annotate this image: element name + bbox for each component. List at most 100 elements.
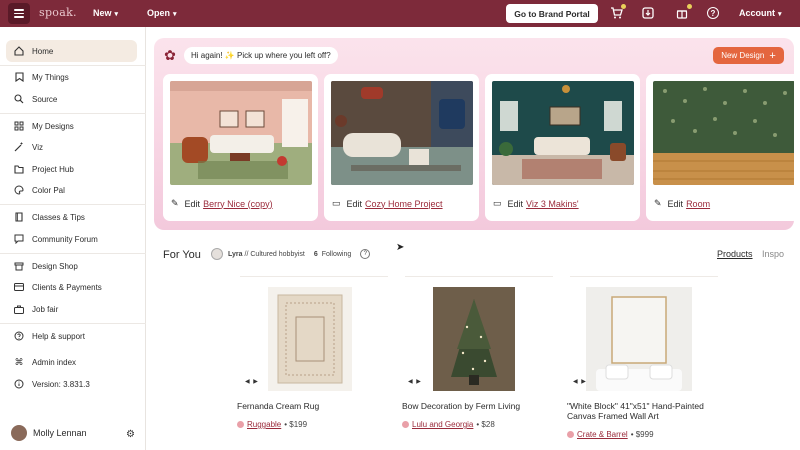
- mouse-cursor-icon: ➤: [396, 242, 405, 253]
- search-icon: [14, 94, 24, 104]
- sidebar-item-label: Classes & Tips: [32, 212, 85, 222]
- chevron-down-icon: ▾: [114, 11, 119, 18]
- design-caption[interactable]: ✎ Edit Berry Nice (copy): [171, 198, 273, 209]
- sidebar-item-label: Version: 3.831.3: [32, 379, 90, 389]
- brand-dot-icon: [237, 421, 244, 428]
- design-title-link[interactable]: Cozy Home Project: [365, 199, 443, 209]
- for-you-user-name: Lyra: [228, 250, 243, 258]
- sidebar-item-my-things[interactable]: My Things: [6, 66, 137, 88]
- tab-inspo[interactable]: Inspo: [762, 249, 784, 259]
- sidebar-item-help-support[interactable]: Help & support: [6, 325, 137, 347]
- home-icon: [14, 46, 24, 56]
- design-card[interactable]: ✎ Edit Room: [646, 74, 794, 221]
- sidebar-item-clients-payments[interactable]: Clients & Payments: [6, 276, 137, 298]
- chat-icon: [14, 234, 24, 244]
- design-thumbnail: [170, 81, 312, 185]
- chevron-down-icon: ▾: [173, 11, 177, 18]
- image-carousel-arrows[interactable]: ◀ ▶: [573, 378, 587, 385]
- sidebar-item-project-hub[interactable]: Project Hub: [6, 158, 137, 180]
- product-price: $999: [635, 430, 654, 439]
- book-icon: [14, 212, 24, 222]
- sidebar-item-color-pal[interactable]: Color Pal: [6, 179, 137, 201]
- sidebar-item-community-forum[interactable]: Community Forum: [6, 228, 137, 250]
- logo[interactable]: spoak.: [39, 6, 77, 19]
- card-icon: [14, 282, 24, 292]
- following-label: Following: [321, 250, 352, 258]
- design-card[interactable]: ✎ Edit Berry Nice (copy): [163, 74, 318, 221]
- account-dropdown[interactable]: Account ▾: [739, 8, 782, 18]
- product-name[interactable]: Bow Decoration by Ferm Living: [402, 401, 562, 411]
- sidebar-item-label: Design Shop: [32, 261, 78, 271]
- design-caption[interactable]: ▭ Edit Viz 3 Makins': [493, 198, 579, 209]
- user-profile[interactable]: Molly Lennan: [11, 425, 87, 441]
- shop-icon: [14, 261, 24, 271]
- divider: [0, 253, 146, 254]
- open-label: Open: [147, 8, 171, 18]
- folder-icon: ▭: [332, 198, 341, 208]
- design-caption[interactable]: ✎ Edit Room: [654, 198, 710, 209]
- sidebar-item-label: Color Pal: [32, 185, 65, 195]
- product-price: $28: [481, 420, 495, 429]
- command-icon: ⌘: [14, 356, 24, 367]
- edit-label: Edit: [346, 198, 363, 209]
- menu-button[interactable]: [8, 3, 30, 24]
- sidebar-item-design-shop[interactable]: Design Shop: [6, 255, 137, 277]
- product-name[interactable]: Fernanda Cream Rug: [237, 401, 397, 411]
- new-design-button[interactable]: New Design +: [713, 47, 784, 64]
- grid-icon: [14, 121, 24, 131]
- plus-icon: +: [769, 49, 776, 62]
- design-card[interactable]: ▭ Edit Cozy Home Project: [324, 74, 479, 221]
- brand-link[interactable]: Lulu and Georgia: [412, 420, 473, 429]
- edit-label: Edit: [507, 198, 524, 209]
- sidebar-item-label: Viz: [32, 142, 43, 152]
- design-title-link[interactable]: Berry Nice (copy): [203, 199, 273, 209]
- design-caption[interactable]: ▭ Edit Cozy Home Project: [332, 198, 443, 209]
- sidebar-item-my-designs[interactable]: My Designs: [6, 115, 137, 137]
- help-icon: [14, 331, 24, 341]
- image-carousel-arrows[interactable]: ◀ ▶: [245, 378, 259, 385]
- edit-label: Edit: [184, 198, 201, 209]
- image-carousel-arrows[interactable]: ◀ ▶: [408, 378, 422, 385]
- design-title-link[interactable]: Viz 3 Makins': [526, 199, 579, 209]
- sidebar-item-label: Job fair: [32, 304, 59, 314]
- edit-label: Edit: [667, 198, 684, 209]
- greeting-bubble: Hi again! ✨ Pick up where you left off?: [184, 47, 338, 64]
- gear-icon[interactable]: ⚙: [126, 429, 135, 440]
- chevron-down-icon: ▾: [778, 11, 782, 18]
- following-count[interactable]: 6 Following: [314, 251, 351, 258]
- open-dropdown[interactable]: Open ▾: [147, 8, 177, 18]
- tab-products[interactable]: Products: [717, 249, 753, 259]
- sidebar-item-admin-index[interactable]: ⌘ Admin index: [6, 351, 137, 373]
- cart-icon[interactable]: [609, 4, 626, 20]
- product-name[interactable]: "White Block" 41"x51" Hand-Painted Canva…: [567, 401, 727, 421]
- folder-icon: ▭: [493, 198, 502, 208]
- sidebar-item-source[interactable]: Source: [6, 88, 137, 110]
- gift-icon[interactable]: [675, 4, 692, 20]
- sidebar-item-job-fair[interactable]: Job fair: [6, 298, 137, 320]
- help-button[interactable]: ?: [706, 6, 720, 20]
- brand-portal-button[interactable]: Go to Brand Portal: [506, 4, 598, 23]
- help-icon[interactable]: ?: [360, 249, 371, 259]
- wand-icon: ✎: [654, 198, 662, 208]
- divider: [0, 113, 146, 114]
- download-icon[interactable]: [641, 6, 655, 20]
- recent-designs-panel: ✿ Hi again! ✨ Pick up where you left off…: [154, 38, 794, 230]
- top-bar: spoak. New ▾ Open ▾ Go to Brand Portal ? A…: [0, 0, 800, 27]
- sidebar-item-classes-tips[interactable]: Classes & Tips: [6, 206, 137, 228]
- brand-link[interactable]: Crate & Barrel: [577, 430, 628, 439]
- wand-icon: ✎: [171, 198, 179, 208]
- avatar: [211, 248, 223, 260]
- product-price: $199: [289, 420, 308, 429]
- design-card[interactable]: ▭ Edit Viz 3 Makins': [485, 74, 640, 221]
- sidebar-item-label: Help & support: [32, 331, 85, 341]
- new-dropdown[interactable]: New ▾: [93, 8, 118, 18]
- sidebar-item-label: Admin index: [32, 357, 77, 367]
- brand-link[interactable]: Ruggable: [247, 420, 281, 429]
- sidebar-item-label: Community Forum: [32, 234, 98, 244]
- sidebar-item-label: Source: [32, 94, 58, 104]
- sidebar-item-viz[interactable]: Viz: [6, 136, 137, 158]
- for-you-user[interactable]: Lyra // Cultured hobbyist 6 Following ?: [211, 248, 371, 260]
- sidebar-item-home[interactable]: Home: [6, 40, 137, 62]
- design-title-link[interactable]: Room: [686, 199, 710, 209]
- sidebar-item-label: My Designs: [32, 121, 74, 131]
